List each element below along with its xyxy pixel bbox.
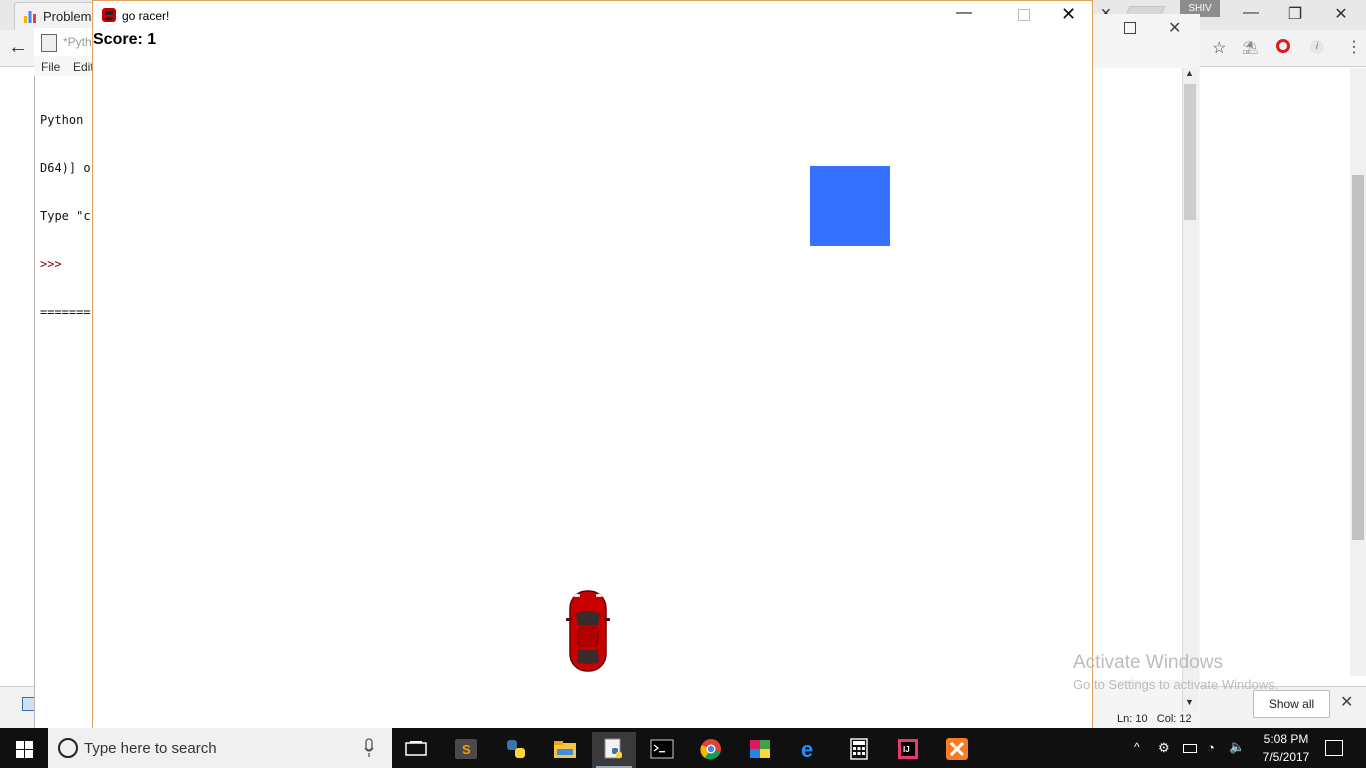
clock-time[interactable]: 5:08 PM: [1262, 732, 1310, 746]
browser-minimize-button[interactable]: —: [1228, 4, 1274, 22]
shell-line: Python: [40, 113, 84, 127]
browser-close-button[interactable]: ✕: [1318, 4, 1364, 24]
task-view-icon[interactable]: [394, 732, 438, 768]
download-bar-close-icon[interactable]: ✕: [1340, 692, 1353, 712]
show-all-downloads-button[interactable]: Show all: [1253, 690, 1330, 718]
svg-text:S: S: [462, 742, 471, 757]
browser-menu-icon[interactable]: ⋮: [1346, 37, 1362, 57]
idle-text-area[interactable]: [1092, 68, 1182, 680]
python-shell-output[interactable]: Python D64)] o Type "c >>> =======: [40, 80, 94, 336]
game-minimize-button[interactable]: —: [956, 4, 972, 22]
idle-scroll-thumb[interactable]: [1184, 84, 1196, 220]
svg-text:e: e: [801, 738, 813, 760]
idle-close-button[interactable]: ✕: [1168, 18, 1181, 38]
chart-favicon-icon: [24, 11, 36, 23]
tray-network-icon[interactable]: ⚙: [1158, 740, 1174, 755]
xampp-icon[interactable]: [935, 732, 979, 768]
back-arrow-icon[interactable]: ←: [8, 36, 28, 59]
svg-text:IJ: IJ: [903, 745, 910, 754]
sublime-text-icon[interactable]: S: [444, 732, 488, 768]
activate-windows-subtitle: Go to Settings to activate Windows.: [1073, 677, 1279, 692]
red-car-app-icon: [102, 8, 116, 22]
extension-icon[interactable]: ⛱: [1242, 40, 1259, 55]
menu-file[interactable]: File: [41, 60, 60, 74]
calculator-icon[interactable]: [837, 732, 881, 768]
info-extension-icon[interactable]: i: [1310, 40, 1324, 54]
score-display: Score: 1: [93, 31, 156, 49]
python-icon[interactable]: [494, 732, 538, 768]
game-window-title: go racer!: [122, 9, 170, 23]
idle-cursor-position: Ln: 10 Col: 12: [1117, 713, 1192, 725]
tray-volume-icon[interactable]: 🔈: [1229, 739, 1245, 755]
microphone-icon[interactable]: [364, 738, 374, 758]
bookmark-star-icon[interactable]: ☆: [1212, 38, 1226, 58]
python-shell-title: *Pyth: [63, 35, 92, 49]
shell-line: =======: [40, 305, 91, 319]
score-label: Score:: [93, 31, 148, 48]
shell-line: D64)] o: [40, 161, 91, 175]
obstacle-block: [810, 166, 890, 246]
windows-start-icon[interactable]: [0, 728, 48, 768]
scroll-up-arrow-icon[interactable]: ▲: [1185, 68, 1194, 78]
winrar-icon[interactable]: [738, 732, 782, 768]
scroll-down-arrow-icon[interactable]: ▼: [1185, 697, 1194, 707]
game-close-button[interactable]: ✕: [1061, 4, 1076, 25]
browser-tab-title: Problem: [43, 9, 92, 24]
intellij-icon[interactable]: IJ: [886, 732, 930, 768]
cortana-circle-icon: [58, 738, 78, 758]
file-explorer-icon[interactable]: [543, 732, 587, 768]
activate-windows-title: Activate Windows: [1073, 652, 1223, 673]
clock-date[interactable]: 7/5/2017: [1262, 750, 1310, 764]
idle-maximize-button[interactable]: [1124, 22, 1136, 34]
search-placeholder: Type here to search: [84, 740, 217, 757]
tray-chevron-up-icon[interactable]: ^: [1134, 740, 1140, 754]
command-prompt-icon[interactable]: [640, 732, 684, 768]
browser-scroll-thumb[interactable]: [1352, 175, 1364, 540]
tray-battery-icon[interactable]: [1183, 744, 1197, 753]
action-center-icon[interactable]: [1325, 740, 1343, 756]
shell-prompt: >>>: [40, 257, 62, 271]
game-titlebar[interactable]: [93, 1, 1092, 30]
game-maximize-button: [1018, 9, 1030, 21]
player-car: [566, 590, 610, 672]
chrome-icon[interactable]: [689, 732, 733, 768]
tray-wifi-icon[interactable]: ◔: [1207, 740, 1215, 755]
menu-edit[interactable]: Edit: [73, 60, 94, 74]
python-file-icon: [41, 34, 57, 52]
shell-line: Type "c: [40, 209, 91, 223]
browser-restore-button[interactable]: ❐: [1272, 4, 1318, 24]
python-idle-icon[interactable]: [592, 732, 636, 768]
score-value: 1: [147, 31, 157, 48]
edge-icon[interactable]: e: [788, 732, 832, 768]
opera-extension-icon[interactable]: [1276, 39, 1290, 53]
